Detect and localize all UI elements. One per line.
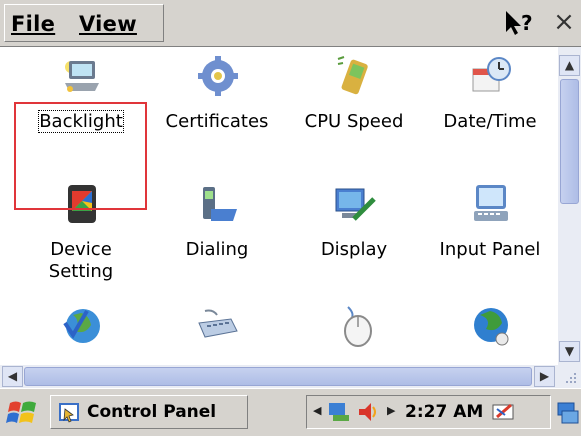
notification-tray: ◀ ▶ 2:27 AM — [306, 395, 551, 429]
item-label: Device Setting — [48, 239, 114, 282]
item-label: CPU Speed — [304, 111, 404, 132]
volume-icon[interactable] — [357, 401, 381, 427]
vertical-scrollbar[interactable]: ▲ ▼ — [558, 47, 581, 365]
item-dialing[interactable]: Dialing — [152, 175, 282, 305]
item-device-setting[interactable]: Device Setting — [16, 175, 146, 305]
taskbar: Control Panel ◀ ▶ 2:27 AM — [0, 388, 581, 436]
mouse-icon — [334, 305, 376, 347]
control-panel-task-button[interactable]: Control Panel — [50, 395, 248, 429]
scroll-down-button[interactable]: ▼ — [559, 341, 580, 362]
item-label: Input Panel — [439, 239, 541, 260]
item-mouse[interactable] — [289, 297, 419, 365]
scrollbar-corner — [558, 365, 581, 388]
date-time-calendar-icon — [470, 55, 512, 97]
globe-check-icon — [61, 305, 103, 347]
item-keyboard[interactable] — [152, 297, 282, 365]
horizontal-scroll-thumb[interactable] — [24, 367, 532, 386]
item-label: Display — [320, 239, 388, 260]
scroll-right-button[interactable]: ▶ — [534, 366, 555, 387]
item-globe-check[interactable] — [16, 297, 146, 365]
windows-start-icon[interactable] — [6, 397, 40, 429]
close-button[interactable]: × — [550, 6, 578, 38]
dialing-phone-icon — [197, 183, 239, 225]
display-monitor-icon — [334, 183, 376, 225]
item-label: Dialing — [185, 239, 249, 260]
file-menu[interactable]: File — [11, 12, 55, 36]
menu-area: File View — [4, 4, 164, 42]
view-menu-label: View — [79, 12, 137, 36]
scroll-up-button[interactable]: ▲ — [559, 55, 580, 76]
menu-bar: File View ? × — [0, 0, 581, 47]
item-display[interactable]: Display — [289, 175, 419, 305]
scroll-left-button[interactable]: ◀ — [2, 366, 23, 387]
clock[interactable]: 2:27 AM — [405, 402, 483, 422]
horizontal-scrollbar[interactable]: ◀ ▶ — [0, 365, 558, 388]
item-label: Date/Time — [443, 111, 537, 132]
chevron-down-icon: ▼ — [564, 344, 575, 358]
file-menu-label: File — [11, 12, 56, 36]
gear-certificate-icon — [197, 55, 239, 97]
input-method-icon[interactable] — [491, 401, 517, 427]
chevron-up-icon: ▲ — [564, 58, 575, 72]
item-certificates[interactable]: Certificates — [152, 47, 282, 177]
vertical-scroll-thumb[interactable] — [560, 79, 579, 204]
task-button-label: Control Panel — [87, 402, 217, 422]
item-label: Certificates — [165, 111, 269, 132]
svg-text:?: ? — [521, 11, 533, 35]
input-panel-icon — [470, 183, 512, 225]
whats-this-help-icon[interactable]: ? — [502, 8, 536, 38]
control-panel-items: Backlight Certificates CPU Speed Date/Ti… — [0, 47, 558, 365]
item-cpu-speed[interactable]: CPU Speed — [289, 47, 419, 177]
item-backlight[interactable]: Backlight — [16, 47, 146, 177]
item-network-globe[interactable] — [425, 297, 555, 365]
device-setting-icon — [61, 183, 103, 225]
desktop-icon[interactable] — [556, 401, 580, 429]
network-icon[interactable] — [327, 401, 351, 427]
item-label: Backlight — [38, 110, 124, 133]
chevron-right-icon: ▶ — [539, 369, 550, 383]
tray-scroll-right-icon[interactable]: ▶ — [387, 404, 395, 417]
close-icon: × — [553, 7, 575, 37]
chevron-left-icon: ◀ — [7, 369, 18, 383]
network-globe-icon — [470, 305, 512, 347]
view-menu[interactable]: View — [79, 12, 137, 36]
cpu-speed-gauge-icon — [334, 55, 376, 97]
backlight-laptop-icon — [61, 55, 103, 97]
item-input-panel[interactable]: Input Panel — [425, 175, 555, 305]
keyboard-icon — [197, 305, 239, 347]
control-panel-icon — [59, 401, 81, 423]
item-date-time[interactable]: Date/Time — [425, 47, 555, 177]
tray-scroll-left-icon[interactable]: ◀ — [313, 404, 321, 417]
